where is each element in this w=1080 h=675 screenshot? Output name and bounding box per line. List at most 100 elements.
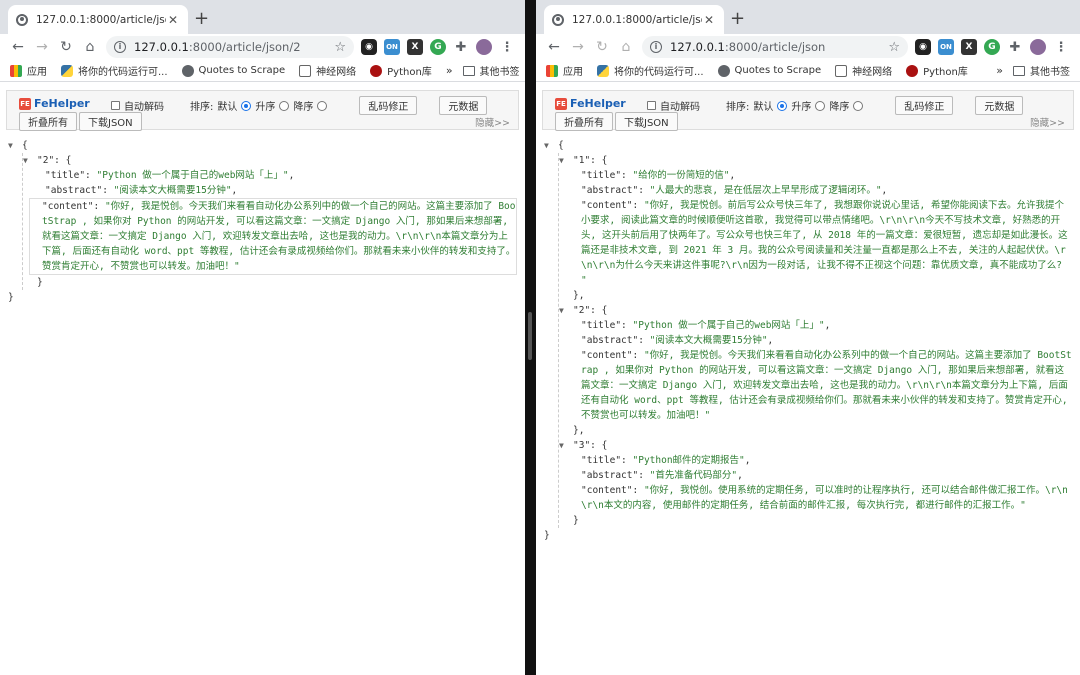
- bookmark-item[interactable]: 神经网络: [835, 63, 892, 78]
- info-icon[interactable]: i: [114, 41, 126, 53]
- auto-decode-checkbox[interactable]: [647, 101, 656, 110]
- extension-icon[interactable]: ◉: [915, 39, 931, 55]
- other-bookmarks[interactable]: 其他书签: [462, 63, 520, 78]
- bookmark-star-icon[interactable]: ☆: [888, 40, 900, 55]
- raw-data-button[interactable]: 元数据: [975, 96, 1024, 115]
- extension-on-icon[interactable]: ON: [938, 39, 954, 55]
- json-row-content: "content": "你好, 我是悦创。前后写公众号快三年了, 我想跟你说说心…: [581, 200, 1068, 286]
- back-icon[interactable]: ←: [6, 39, 30, 55]
- sort-label: 排序:: [190, 102, 214, 113]
- address-bar[interactable]: i 127.0.0.1:8000/article/json/2 ☆: [106, 36, 354, 58]
- browser-tab[interactable]: 127.0.0.1:8000/article/json/2 ✕: [8, 5, 188, 34]
- forward-icon[interactable]: →: [30, 39, 54, 55]
- fehelper-toolbar: FE FeHelper 自动解码 排序: 默认 升序 降序 乱码修正 元数据 折叠…: [542, 90, 1074, 131]
- more-bookmarks-icon[interactable]: »: [446, 64, 453, 77]
- json-row-content: "content": "你好, 我悦创。使用系统的定期任务, 可以准时的让程序执…: [581, 485, 1068, 511]
- close-icon[interactable]: ✕: [166, 13, 180, 27]
- sort-asc-radio[interactable]: [815, 100, 826, 111]
- avatar[interactable]: [476, 39, 492, 55]
- extension-green-icon[interactable]: G: [430, 39, 446, 55]
- auto-decode-label: 自动解码: [660, 102, 700, 113]
- fehelper-actions: 折叠所有 下载JSON: [19, 112, 142, 131]
- collapse-toggle-icon[interactable]: ▼: [559, 438, 573, 453]
- fehelper-logo: FE FeHelper: [555, 97, 626, 110]
- json-key: "content": [581, 485, 633, 496]
- fix-encoding-button[interactable]: 乱码修正: [359, 96, 418, 115]
- json-key: "3": [573, 440, 591, 451]
- extension-x-icon[interactable]: X: [407, 39, 423, 55]
- json-value: "Python 做一个属于自己的web网站「上」": [96, 170, 289, 181]
- extension-green-icon[interactable]: G: [984, 39, 1000, 55]
- sort-desc-radio[interactable]: [317, 100, 328, 111]
- hide-link[interactable]: 隐藏>>: [1030, 115, 1065, 129]
- json-key: "abstract": [581, 335, 639, 346]
- new-tab-icon[interactable]: +: [730, 8, 745, 29]
- sort-default-radio[interactable]: [777, 100, 788, 111]
- back-icon[interactable]: ←: [542, 39, 566, 55]
- home-icon[interactable]: ⌂: [614, 39, 638, 55]
- extension-icon[interactable]: ◉: [361, 39, 377, 55]
- hide-link[interactable]: 隐藏>>: [475, 115, 510, 129]
- bookmarks-bar: 应用 将你的代码运行可... Quotes to Scrape 神经网络 Pyt…: [536, 60, 1080, 82]
- divider-grip[interactable]: [528, 312, 532, 360]
- close-icon[interactable]: ✕: [702, 13, 716, 27]
- puzzle-icon[interactable]: ✚: [1007, 39, 1023, 55]
- window-divider[interactable]: [525, 0, 536, 675]
- bookmark-item[interactable]: 将你的代码运行可...: [597, 63, 704, 78]
- extension-x-icon[interactable]: X: [961, 39, 977, 55]
- collapse-toggle-icon[interactable]: ▼: [544, 138, 558, 153]
- collapse-toggle-icon[interactable]: ▼: [559, 303, 573, 318]
- address-bar[interactable]: i 127.0.0.1:8000/article/json ☆: [642, 36, 908, 58]
- menu-icon[interactable]: ⋮: [1053, 39, 1069, 55]
- bookmark-item[interactable]: Quotes to Scrape: [181, 64, 285, 77]
- sort-desc-radio[interactable]: [853, 100, 864, 111]
- avatar[interactable]: [1030, 39, 1046, 55]
- json-viewer: ▼{ ▼ "1": { "title": "给你的一份简短的信", "abstra…: [536, 130, 1080, 543]
- download-json-button[interactable]: 下载JSON: [79, 112, 142, 131]
- json-value: "首先准备代码部分": [649, 470, 738, 481]
- info-icon[interactable]: i: [650, 41, 662, 53]
- bookmark-item[interactable]: Python库: [370, 63, 432, 78]
- url-text[interactable]: 127.0.0.1:8000/article/json/2: [134, 40, 334, 54]
- sort-asc-label: 升序: [255, 102, 276, 113]
- menu-icon[interactable]: ⋮: [499, 39, 515, 55]
- sort-label: 排序:: [726, 102, 750, 113]
- url-text[interactable]: 127.0.0.1:8000/article/json: [670, 40, 888, 54]
- image-icon: [835, 64, 848, 77]
- reload-icon[interactable]: ↻: [54, 39, 78, 55]
- other-bookmarks[interactable]: 其他书签: [1013, 63, 1070, 78]
- bookmark-item[interactable]: Python库: [906, 63, 968, 78]
- tab-title: 127.0.0.1:8000/article/json/2: [36, 13, 166, 26]
- collapse-toggle-icon[interactable]: ▼: [559, 153, 573, 168]
- auto-decode-checkbox[interactable]: [111, 101, 120, 110]
- json-value: "阅读本文大概需要15分钟": [113, 185, 232, 196]
- collapse-toggle-icon[interactable]: ▼: [8, 138, 22, 153]
- puzzle-icon[interactable]: ✚: [453, 39, 469, 55]
- raw-data-button[interactable]: 元数据: [439, 96, 488, 115]
- json-key: "1": [573, 155, 591, 166]
- bookmark-item[interactable]: Quotes to Scrape: [717, 64, 821, 77]
- json-value: "你好, 我悦创。使用系统的定期任务, 可以准时的让程序执行, 还可以结合邮件做…: [581, 485, 1068, 511]
- sort-asc-radio[interactable]: [279, 100, 290, 111]
- forward-icon[interactable]: →: [566, 39, 590, 55]
- browser-tab[interactable]: 127.0.0.1:8000/article/json ✕: [544, 5, 724, 34]
- bookmark-item[interactable]: 将你的代码运行可...: [61, 63, 168, 78]
- json-value: "阅读本文大概需要15分钟": [649, 335, 768, 346]
- sort-default-radio[interactable]: [241, 100, 252, 111]
- fold-all-button[interactable]: 折叠所有: [555, 112, 613, 131]
- tab-title: 127.0.0.1:8000/article/json: [572, 13, 702, 26]
- fix-encoding-button[interactable]: 乱码修正: [895, 96, 954, 115]
- extension-on-icon[interactable]: ON: [384, 39, 400, 55]
- bookmark-apps[interactable]: 应用: [546, 63, 583, 78]
- home-icon[interactable]: ⌂: [78, 39, 102, 55]
- new-tab-icon[interactable]: +: [194, 8, 209, 29]
- more-bookmarks-icon[interactable]: »: [996, 64, 1003, 77]
- json-key: "2": [573, 305, 591, 316]
- fold-all-button[interactable]: 折叠所有: [19, 112, 77, 131]
- collapse-toggle-icon[interactable]: ▼: [23, 153, 37, 168]
- bookmark-apps[interactable]: 应用: [10, 63, 47, 78]
- bookmark-item[interactable]: 神经网络: [299, 63, 356, 78]
- download-json-button[interactable]: 下载JSON: [615, 112, 678, 131]
- reload-icon[interactable]: ↻: [590, 39, 614, 55]
- bookmark-star-icon[interactable]: ☆: [334, 40, 346, 55]
